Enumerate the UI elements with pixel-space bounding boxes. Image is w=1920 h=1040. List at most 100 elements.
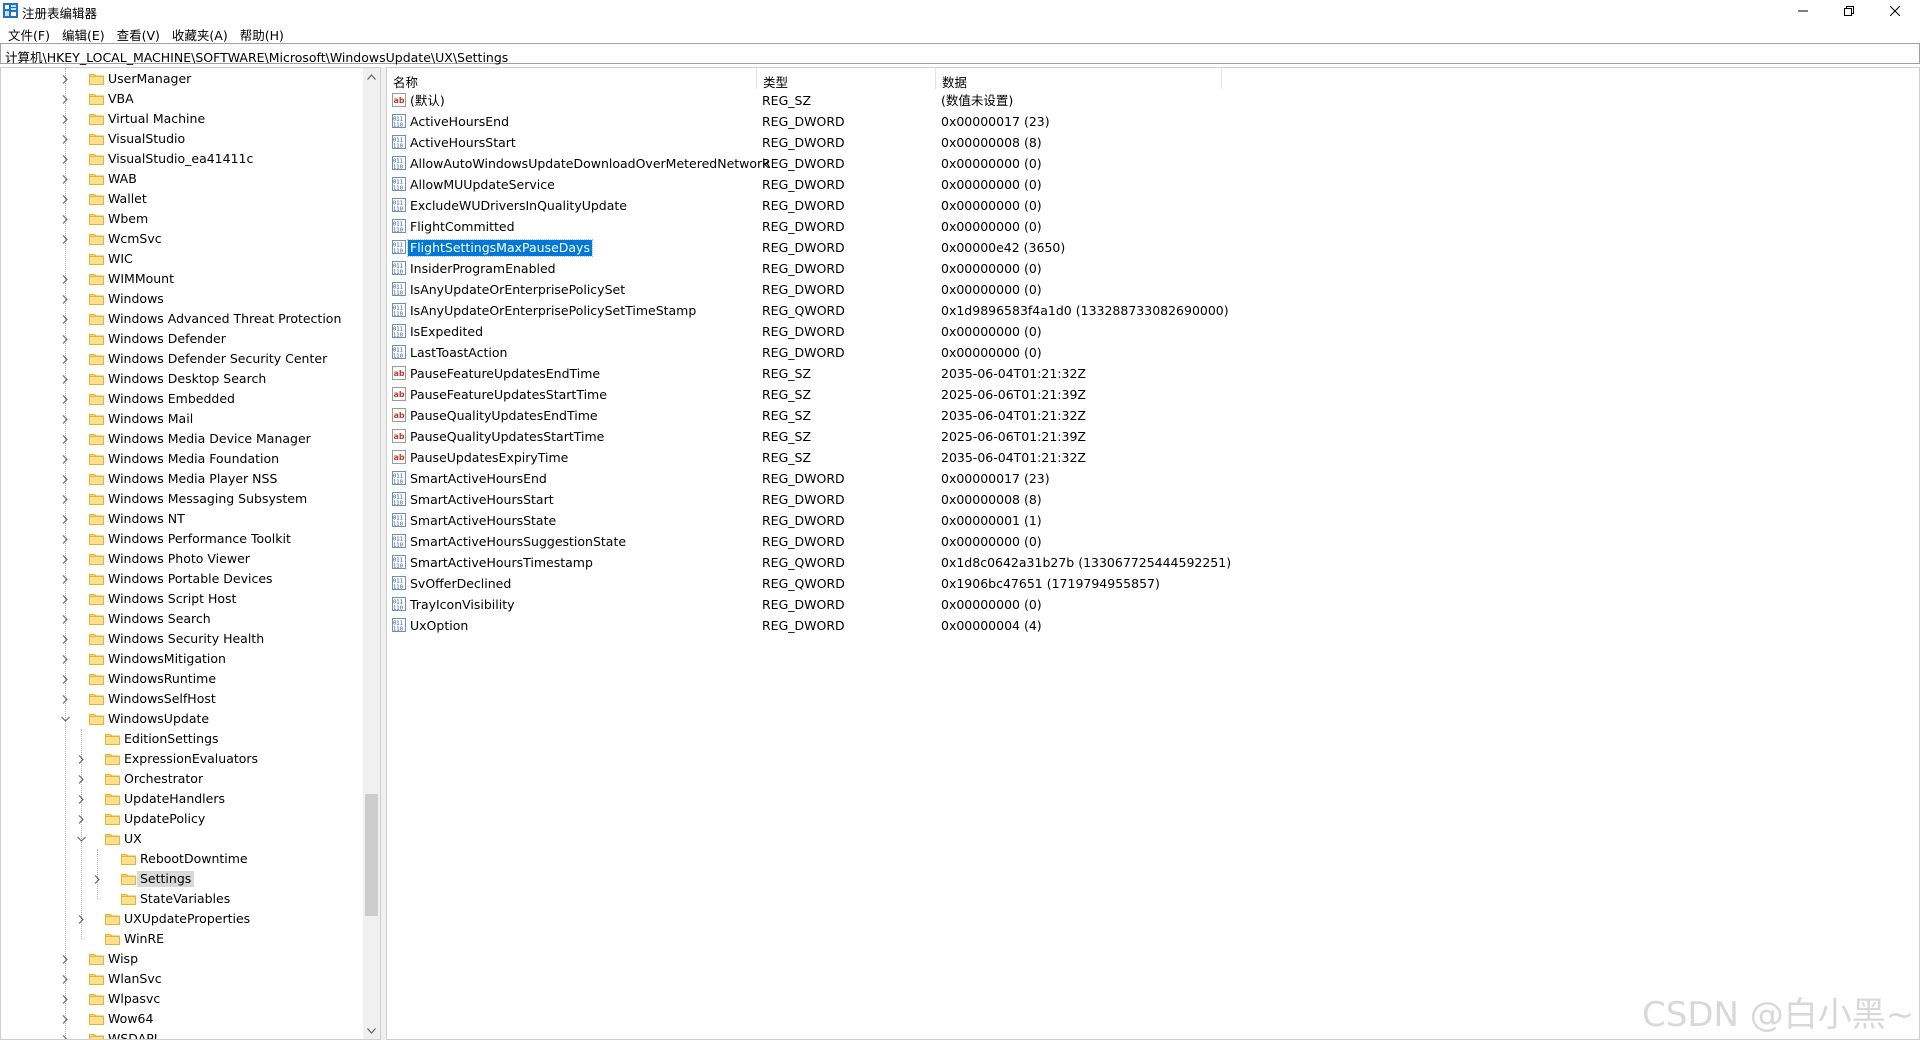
value-name[interactable]: AllowAutoWindowsUpdateDownloadOverMetere… (408, 156, 771, 172)
tree-node-wisp[interactable]: Wisp (1, 949, 363, 969)
value-row[interactable]: ab PauseUpdatesExpiryTime REG_SZ 2035-06-04… (387, 447, 1687, 468)
tree-node-label[interactable]: Wbem (105, 211, 151, 227)
close-button[interactable] (1872, 0, 1918, 22)
value-row[interactable]: 011 110 ExcludeWUDriversInQualityUpdate REG… (387, 195, 1687, 216)
tree-node-label[interactable]: WSDAPI (105, 1031, 160, 1039)
chevron-right-icon[interactable] (59, 233, 71, 245)
tree-node-wimmount[interactable]: WIMMount (1, 269, 363, 289)
tree-node-windows[interactable]: Windows (1, 289, 363, 309)
value-name[interactable]: PauseQualityUpdatesEndTime (408, 408, 600, 424)
tree-vertical-scrollbar[interactable] (363, 68, 380, 1039)
value-row[interactable]: ab PauseFeatureUpdatesEndTime REG_SZ 2035-0… (387, 363, 1687, 384)
chevron-right-icon[interactable] (59, 433, 71, 445)
menu-file[interactable]: 文件(F) (2, 22, 56, 43)
tree-node-settings[interactable]: Settings (1, 869, 363, 889)
chevron-right-icon[interactable] (59, 693, 71, 705)
chevron-right-icon[interactable] (59, 673, 71, 685)
address-bar[interactable]: 计算机\HKEY_LOCAL_MACHINE\SOFTWARE\Microsof… (0, 43, 1920, 66)
value-row[interactable]: 011 110 ActiveHoursStart REG_DWORD 0x0000000… (387, 132, 1687, 153)
tree-node-label[interactable]: WindowsUpdate (105, 711, 212, 727)
tree-node-label[interactable]: RebootDowntime (137, 851, 251, 867)
chevron-right-icon[interactable] (59, 1033, 71, 1039)
chevron-right-icon[interactable] (59, 153, 71, 165)
tree-node-label[interactable]: UXUpdateProperties (121, 911, 253, 927)
tree-node-label[interactable]: WIC (105, 251, 136, 267)
tree-node-visualstudio-ea41411c[interactable]: VisualStudio_ea41411c (1, 149, 363, 169)
tree-node-label[interactable]: Wallet (105, 191, 150, 207)
value-name[interactable]: PauseQualityUpdatesStartTime (408, 429, 606, 445)
tree-node-winre[interactable]: WinRE (1, 929, 363, 949)
value-name[interactable]: ActiveHoursStart (408, 135, 518, 151)
value-row[interactable]: 011 110 TrayIconVisibility REG_DWORD 0x00000… (387, 594, 1687, 615)
value-name[interactable]: PauseUpdatesExpiryTime (408, 450, 570, 466)
tree-node-windows-script-host[interactable]: Windows Script Host (1, 589, 363, 609)
value-row[interactable]: 011 110 SmartActiveHoursSuggestionState REG… (387, 531, 1687, 552)
menu-view[interactable]: 查看(V) (111, 22, 166, 43)
tree-node-wsdapi[interactable]: WSDAPI (1, 1029, 363, 1039)
value-row[interactable]: 011 110 AllowAutoWindowsUpdateDownloadOver… (387, 153, 1687, 174)
chevron-right-icon[interactable] (59, 373, 71, 385)
tree-node-rebootdowntime[interactable]: RebootDowntime (1, 849, 363, 869)
value-row[interactable]: 011 110 SmartActiveHoursState REG_DWORD 0x00… (387, 510, 1687, 531)
chevron-right-icon[interactable] (59, 353, 71, 365)
tree-node-label[interactable]: UX (121, 831, 145, 847)
value-row[interactable]: 011 110 IsExpedited REG_DWORD 0x00000000 (0) (387, 321, 1687, 342)
tree-node-windowsmitigation[interactable]: WindowsMitigation (1, 649, 363, 669)
value-name[interactable]: SvOfferDeclined (408, 576, 513, 592)
tree-node-ux[interactable]: UX (1, 829, 363, 849)
tree-node-windows-photo-viewer[interactable]: Windows Photo Viewer (1, 549, 363, 569)
value-name[interactable]: IsAnyUpdateOrEnterprisePolicySet (408, 282, 627, 298)
tree-node-wow64[interactable]: Wow64 (1, 1009, 363, 1029)
menu-help[interactable]: 帮助(H) (234, 22, 290, 43)
tree-node-uxupdateproperties[interactable]: UXUpdateProperties (1, 909, 363, 929)
tree-node-windows-security-health[interactable]: Windows Security Health (1, 629, 363, 649)
tree-node-label[interactable]: WindowsSelfHost (105, 691, 219, 707)
tree-node-label[interactable]: VBA (105, 91, 137, 107)
tree-node-wallet[interactable]: Wallet (1, 189, 363, 209)
value-row[interactable]: 011 110 SmartActiveHoursTimestamp REG_QWORD… (387, 552, 1687, 573)
value-row[interactable]: 011 110 UxOption REG_DWORD 0x00000004 (4) (387, 615, 1687, 636)
tree-node-windows-mail[interactable]: Windows Mail (1, 409, 363, 429)
chevron-right-icon[interactable] (91, 873, 103, 885)
tree-node-windows-media-device-manager[interactable]: Windows Media Device Manager (1, 429, 363, 449)
tree-node-label[interactable]: UpdatePolicy (121, 811, 208, 827)
tree-node-label[interactable]: Windows Performance Toolkit (105, 531, 294, 547)
chevron-down-icon[interactable] (59, 713, 71, 725)
chevron-right-icon[interactable] (59, 73, 71, 85)
chevron-right-icon[interactable] (59, 273, 71, 285)
tree-node-vba[interactable]: VBA (1, 89, 363, 109)
value-name[interactable]: PauseFeatureUpdatesEndTime (408, 366, 602, 382)
chevron-right-icon[interactable] (59, 173, 71, 185)
tree-node-label[interactable]: Windows Embedded (105, 391, 238, 407)
chevron-right-icon[interactable] (59, 953, 71, 965)
tree-node-label[interactable]: Windows Search (105, 611, 214, 627)
value-row[interactable]: 011 110 AllowMUUpdateService REG_DWORD 0x000… (387, 174, 1687, 195)
chevron-right-icon[interactable] (59, 313, 71, 325)
tree-node-label[interactable]: Windows (105, 291, 167, 307)
tree-node-label[interactable]: Windows Messaging Subsystem (105, 491, 310, 507)
value-row[interactable]: ab PauseQualityUpdatesStartTime REG_SZ 2025… (387, 426, 1687, 447)
chevron-right-icon[interactable] (59, 213, 71, 225)
tree-node-label[interactable]: WlanSvc (105, 971, 165, 987)
tree-node-label[interactable]: Settings (137, 871, 195, 887)
value-name[interactable]: SmartActiveHoursSuggestionState (408, 534, 628, 550)
column-header-type[interactable]: 类型 (757, 68, 936, 90)
value-name[interactable]: AllowMUUpdateService (408, 177, 557, 193)
value-name[interactable]: UxOption (408, 618, 470, 634)
tree-node-updatehandlers[interactable]: UpdateHandlers (1, 789, 363, 809)
tree-node-label[interactable]: Windows NT (105, 511, 188, 527)
value-name[interactable]: IsAnyUpdateOrEnterprisePolicySetTimeStam… (408, 303, 698, 319)
tree-node-windows-media-foundation[interactable]: Windows Media Foundation (1, 449, 363, 469)
value-name[interactable]: FlightCommitted (408, 219, 517, 235)
tree-node-expressionevaluators[interactable]: ExpressionEvaluators (1, 749, 363, 769)
tree-node-label[interactable]: Wlpasvc (105, 991, 163, 1007)
minimize-button[interactable] (1780, 0, 1826, 22)
value-row[interactable]: 011 110 ActiveHoursEnd REG_DWORD 0x00000017 … (387, 111, 1687, 132)
key-tree-pane[interactable]: UserManager VBA Virtual Machine VisualStudi… (0, 67, 381, 1040)
tree-node-windows-performance-toolkit[interactable]: Windows Performance Toolkit (1, 529, 363, 549)
value-row[interactable]: 011 110 IsAnyUpdateOrEnterprisePolicySet RE… (387, 279, 1687, 300)
menu-favorites[interactable]: 收藏夹(A) (166, 22, 234, 43)
address-path[interactable]: 计算机\HKEY_LOCAL_MACHINE\SOFTWARE\Microsof… (5, 47, 508, 66)
value-name[interactable]: ExcludeWUDriversInQualityUpdate (408, 198, 629, 214)
chevron-right-icon[interactable] (59, 393, 71, 405)
